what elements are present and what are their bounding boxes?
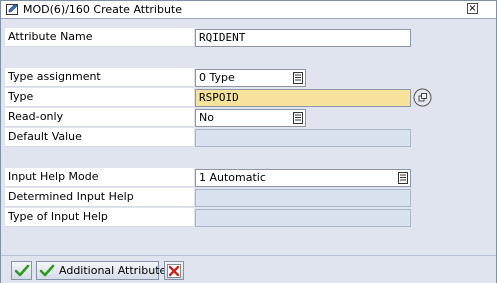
read-only-dropdown[interactable]: No [195,109,306,127]
window-icon [6,3,19,15]
type-assignment-label: Type assignment [5,68,194,87]
title-bar: MOD(6)/160 Create Attribute × [1,1,496,19]
value-help-icon[interactable] [412,87,433,108]
read-only-label: Read-only [5,108,194,127]
check-icon [39,264,55,277]
determined-input-help-input [195,189,411,207]
type-assignment-value: 0 Type [199,71,235,84]
form-panel: Attribute Name RQIDENT Type assignment 0… [1,19,496,255]
input-help-mode-label: Input Help Mode [5,168,194,187]
additional-attribute-label: Additional Attribute [59,264,167,277]
row-input-help-mode: Input Help Mode 1 Automatic [5,168,411,187]
close-icon[interactable]: × [467,3,478,14]
check-icon [14,264,30,277]
attribute-name-label: Attribute Name [5,28,194,47]
cancel-button[interactable] [164,261,184,280]
button-bar: Additional Attribute [1,255,496,283]
dropdown-icon[interactable] [293,72,303,84]
additional-attribute-button[interactable]: Additional Attribute [36,261,166,280]
dialog-title: MOD(6)/160 Create Attribute [23,3,183,16]
type-of-input-help-label: Type of Input Help [5,208,194,227]
type-input[interactable]: RSPOID [195,89,411,107]
type-label: Type [5,88,194,107]
input-help-mode-dropdown[interactable]: 1 Automatic [195,169,411,187]
create-attribute-dialog: MOD(6)/160 Create Attribute × Attribute … [0,0,497,283]
row-default-value: Default Value [5,128,411,147]
default-value-input [195,129,411,147]
row-read-only: Read-only No [5,108,411,127]
row-type: Type RSPOID [5,88,432,107]
attribute-name-input[interactable]: RQIDENT [195,29,411,47]
determined-input-help-label: Determined Input Help [5,188,194,207]
dropdown-icon[interactable] [398,172,408,184]
confirm-button[interactable] [11,261,32,280]
row-type-of-input-help: Type of Input Help [5,208,411,227]
row-attribute-name: Attribute Name RQIDENT [5,28,411,47]
cancel-icon [167,264,181,278]
row-type-assignment: Type assignment 0 Type [5,68,411,87]
default-value-label: Default Value [5,128,194,147]
input-help-mode-value: 1 Automatic [199,171,266,184]
type-assignment-dropdown[interactable]: 0 Type [195,69,306,87]
row-determined-input-help: Determined Input Help [5,188,411,207]
read-only-value: No [199,111,214,124]
type-of-input-help-input [195,209,411,227]
dropdown-icon[interactable] [293,112,303,124]
